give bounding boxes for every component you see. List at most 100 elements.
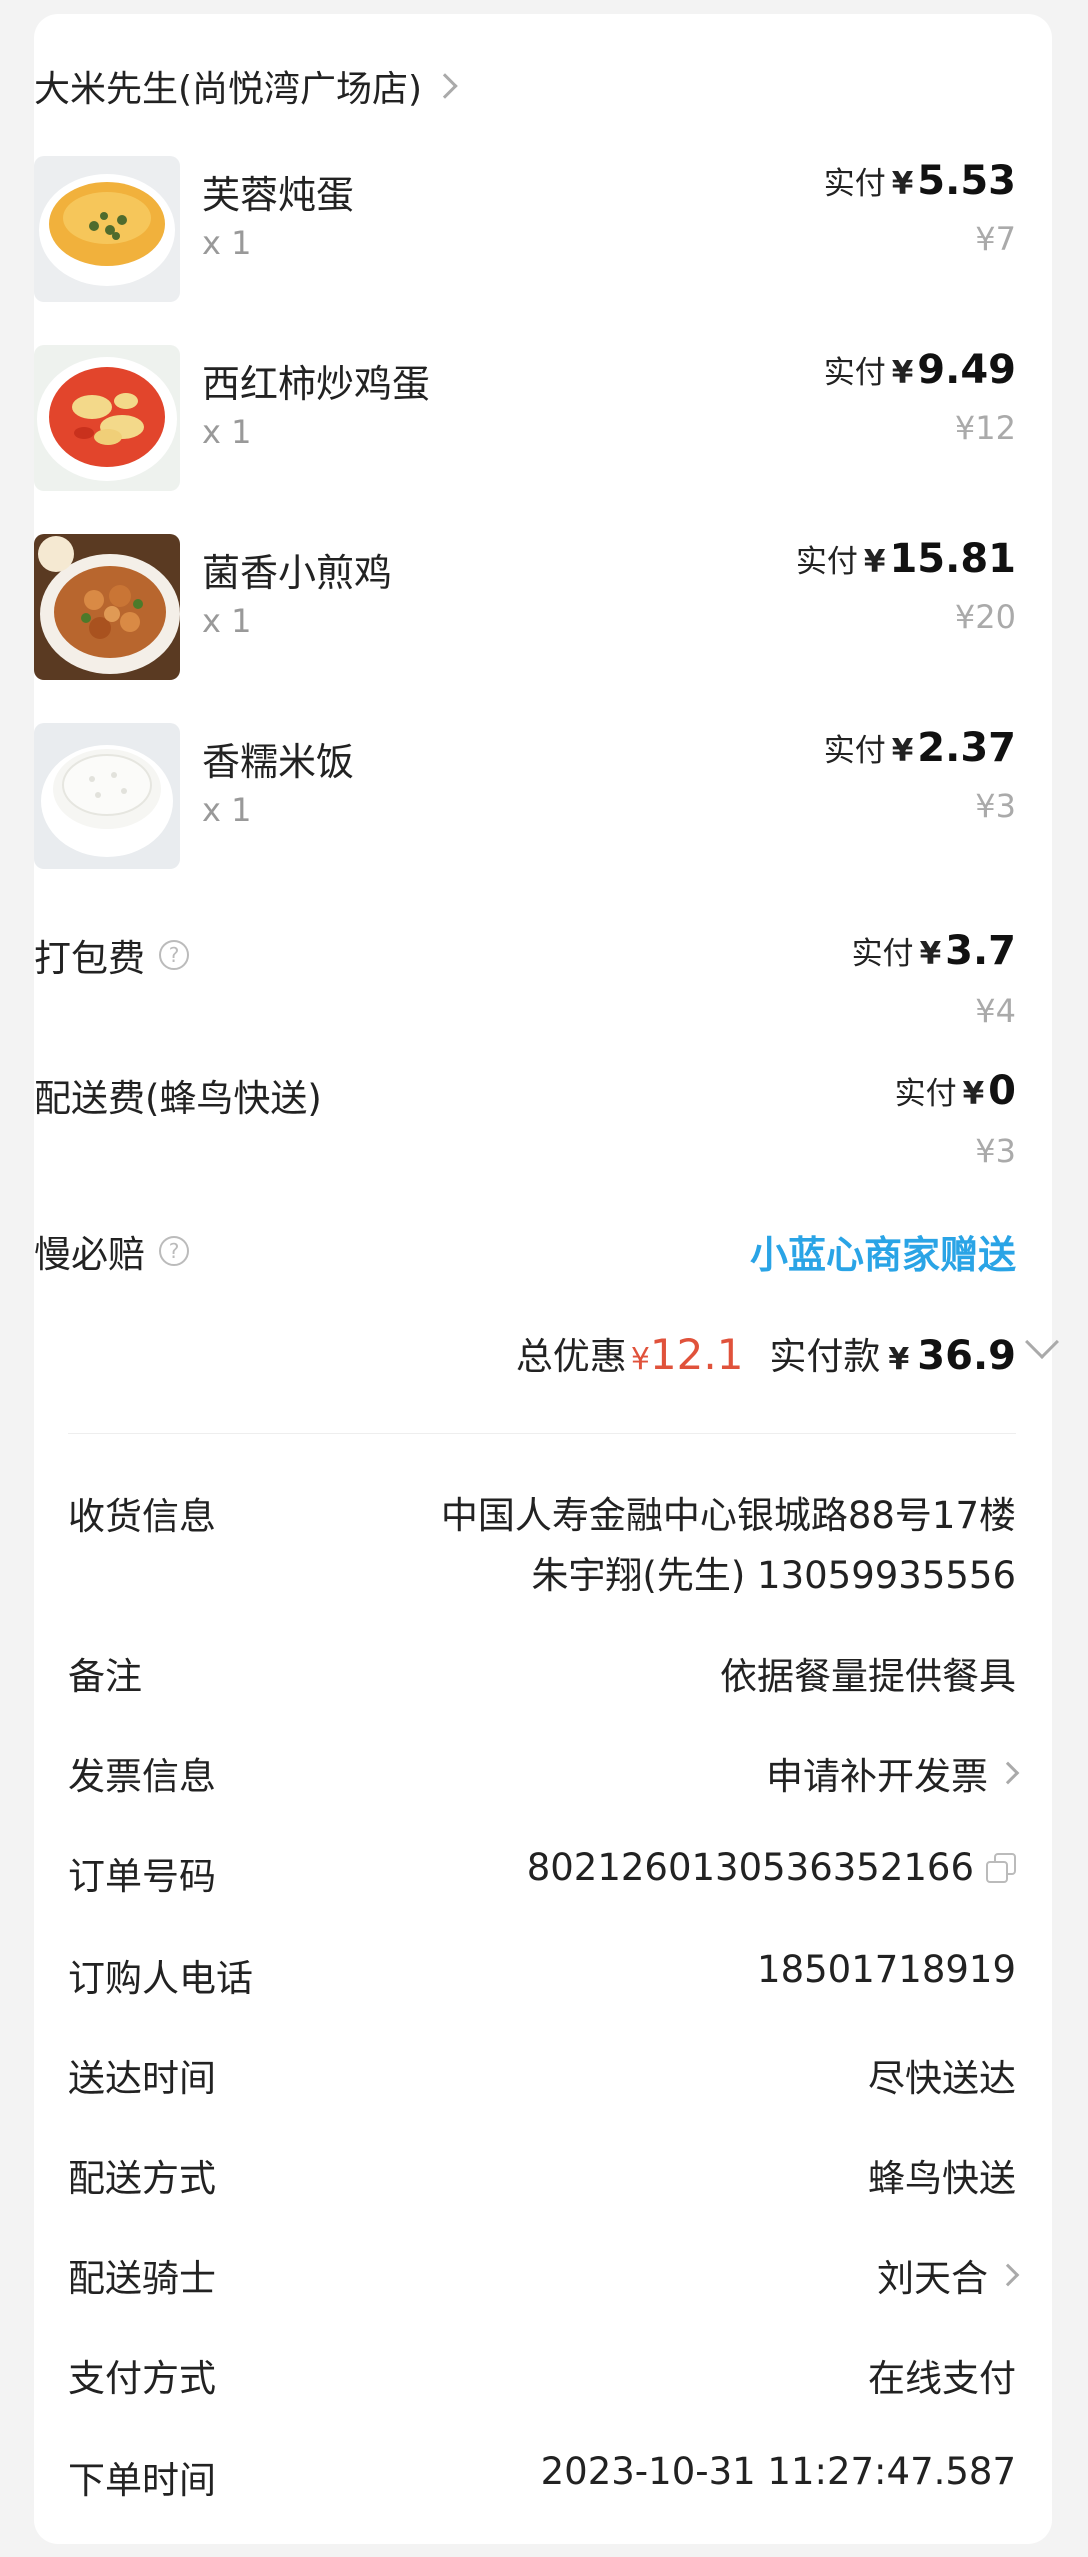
- total-currency: ¥: [888, 1342, 910, 1377]
- address-line: 中国人寿金融中心银城路88号17楼: [440, 1494, 1016, 1537]
- packing-fee-row: 打包费 ? 实付 ¥ 3.7 ¥4: [34, 928, 1016, 1048]
- fee-paid-price: 实付 ¥ 3.7: [852, 928, 1016, 974]
- paid-value: 0: [988, 1068, 1016, 1114]
- rider-row[interactable]: 配送骑士 刘天合: [68, 2248, 1020, 2312]
- item-paid-price: 实付 ¥ 15.81: [796, 536, 1016, 582]
- order-number-row: 订单号码 8021260130536352166: [68, 1846, 1016, 1910]
- paid-value: 15.81: [889, 536, 1016, 582]
- paid-label: 实付: [795, 544, 858, 580]
- shop-link[interactable]: 大米先生(尚悦湾广场店): [34, 56, 458, 116]
- question-icon[interactable]: ?: [159, 1236, 189, 1266]
- paid-label: 实付: [823, 733, 886, 769]
- original-price: ¥3: [975, 1132, 1016, 1170]
- info-label: 下单时间: [68, 2459, 216, 2502]
- order-item[interactable]: 芙蓉炖蛋 x 1 实付 ¥ 5.53 ¥7: [34, 156, 1016, 302]
- paid-value: 2.37: [917, 725, 1016, 771]
- fee-paid-price: 实付 ¥ 0: [895, 1068, 1016, 1114]
- currency-symbol: ¥: [919, 936, 942, 972]
- item-quantity: x 1: [202, 791, 252, 829]
- original-price: ¥12: [954, 409, 1016, 447]
- info-label: 发票信息: [68, 1755, 216, 1798]
- question-icon[interactable]: ?: [159, 940, 189, 970]
- item-name: 芙蓉炖蛋: [202, 173, 355, 217]
- steamed-egg-image: [34, 156, 180, 302]
- order-item[interactable]: 香糯米饭 x 1 实付 ¥ 2.37 ¥3: [34, 723, 1016, 869]
- delivery-time-value: 尽快送达: [868, 2057, 1016, 2100]
- discount-value: 12.1: [649, 1330, 744, 1379]
- chevron-right-icon: [996, 2263, 1020, 2287]
- fee-name: 打包费: [34, 937, 145, 980]
- discount-currency: ¥: [630, 1342, 650, 1377]
- total-label: 实付款: [769, 1335, 881, 1378]
- payment-method-row: 支付方式 在线支付: [68, 2348, 1016, 2412]
- paid-value: 9.49: [917, 347, 1016, 393]
- currency-symbol: ¥: [891, 355, 914, 391]
- delivery-method-value: 蜂鸟快送: [868, 2157, 1016, 2200]
- info-label: 配送方式: [68, 2157, 216, 2200]
- order-summary[interactable]: 总优惠 ¥ 12.1 实付款 ¥ 36.9: [516, 1326, 1016, 1380]
- paid-label: 实付: [851, 936, 914, 972]
- paid-label: 实付: [894, 1076, 957, 1112]
- info-label: 订购人电话: [68, 1957, 253, 2000]
- remark-row: 备注 依据餐量提供餐具: [68, 1646, 1016, 1710]
- item-quantity: x 1: [202, 602, 252, 640]
- paid-value: 5.53: [917, 158, 1016, 204]
- invoice-row[interactable]: 发票信息 申请补开发票: [68, 1746, 1020, 1810]
- phone-value: 18501718919: [757, 1948, 1016, 1991]
- item-paid-price: 实付 ¥ 5.53: [824, 158, 1016, 204]
- info-label: 送达时间: [68, 2057, 216, 2100]
- promo-text: 小蓝心商家赠送: [749, 1233, 1016, 1277]
- order-number: 8021260130536352166: [526, 1846, 974, 1889]
- delivery-time-row: 送达时间 尽快送达: [68, 2048, 1016, 2112]
- tomato-egg-image: [34, 345, 180, 491]
- order-time-value: 2023-10-31 11:27:47.587: [540, 2450, 1016, 2493]
- info-label: 支付方式: [68, 2357, 216, 2400]
- rider-name[interactable]: 刘天合: [877, 2248, 988, 2302]
- paid-label: 实付: [823, 355, 886, 391]
- original-price: ¥7: [975, 220, 1016, 258]
- fee-name: 配送费(蜂鸟快送): [34, 1077, 322, 1120]
- order-item[interactable]: 西红柿炒鸡蛋 x 1 实付 ¥ 9.49 ¥12: [34, 345, 1016, 491]
- paid-value: 3.7: [945, 928, 1016, 974]
- info-label: 收货信息: [68, 1495, 216, 1538]
- info-label: 订单号码: [68, 1855, 216, 1898]
- item-paid-price: 实付 ¥ 2.37: [824, 725, 1016, 771]
- divider: [68, 1433, 1016, 1434]
- discount-label: 总优惠: [515, 1335, 627, 1378]
- chevron-right-icon: [432, 73, 458, 99]
- chevron-right-icon: [996, 1761, 1020, 1785]
- phone-row: 订购人电话 18501718919: [68, 1948, 1016, 2012]
- recipient-line: 朱宇翔(先生) 13059935556: [531, 1554, 1016, 1597]
- paid-label: 实付: [823, 166, 886, 202]
- order-item[interactable]: 菌香小煎鸡 x 1 实付 ¥ 15.81 ¥20: [34, 534, 1016, 680]
- address-value: 中国人寿金融中心银城路88号17楼 朱宇翔(先生) 13059935556: [441, 1486, 1016, 1606]
- item-name: 菌香小煎鸡: [202, 551, 393, 595]
- item-name: 西红柿炒鸡蛋: [202, 362, 431, 406]
- delivery-fee-row: 配送费(蜂鸟快送) 实付 ¥ 0 ¥3: [34, 1068, 1016, 1188]
- item-paid-price: 实付 ¥ 9.49: [824, 347, 1016, 393]
- original-price: ¥4: [975, 992, 1016, 1030]
- order-time-row: 下单时间 2023-10-31 11:27:47.587: [68, 2450, 1016, 2514]
- rice-image: [34, 723, 180, 869]
- currency-symbol: ¥: [891, 166, 914, 202]
- original-price: ¥3: [975, 787, 1016, 825]
- invoice-link[interactable]: 申请补开发票: [766, 1746, 988, 1800]
- item-name: 香糯米饭: [202, 740, 355, 784]
- copy-icon[interactable]: [986, 1852, 1016, 1883]
- currency-symbol: ¥: [962, 1076, 985, 1112]
- original-price: ¥20: [954, 598, 1016, 636]
- currency-symbol: ¥: [863, 544, 886, 580]
- item-quantity: x 1: [202, 413, 252, 451]
- total-value: 36.9: [917, 1333, 1016, 1379]
- fried-chicken-image: [34, 534, 180, 680]
- remark-value: 依据餐量提供餐具: [720, 1655, 1016, 1698]
- info-label: 配送骑士: [68, 2257, 216, 2300]
- currency-symbol: ¥: [891, 733, 914, 769]
- address-row: 收货信息 中国人寿金融中心银城路88号17楼 朱宇翔(先生) 130599355…: [68, 1486, 1016, 1606]
- payment-method-value: 在线支付: [868, 2357, 1016, 2400]
- delivery-method-row: 配送方式 蜂鸟快送: [68, 2148, 1016, 2212]
- shop-name: 大米先生(尚悦湾广场店): [34, 69, 423, 110]
- item-quantity: x 1: [202, 224, 252, 262]
- fee-name: 慢必赔: [34, 1233, 145, 1276]
- info-label: 备注: [68, 1655, 142, 1698]
